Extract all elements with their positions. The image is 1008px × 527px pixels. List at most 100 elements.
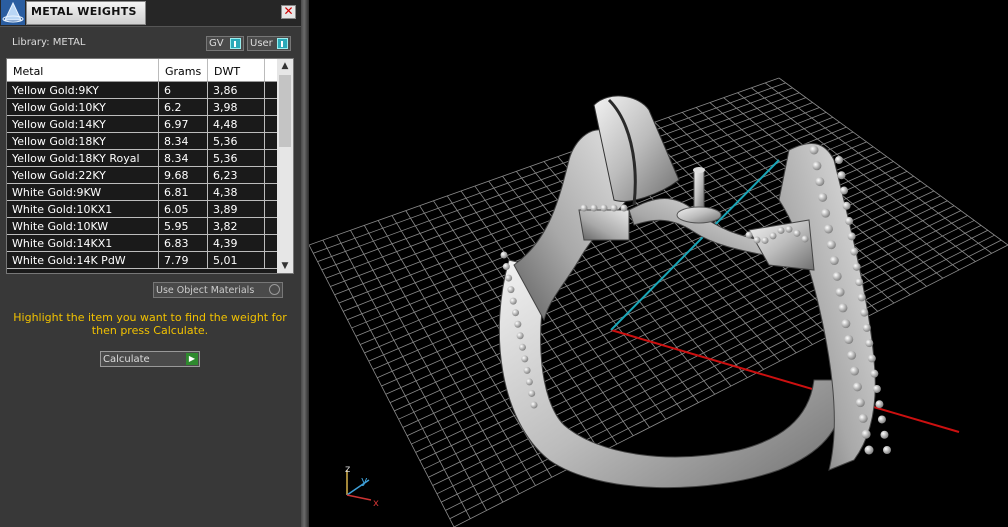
bead [865,339,874,348]
bead [528,389,536,397]
cell-grams: 9.68 [159,167,208,183]
panel-title: METAL WEIGHTS [31,5,137,18]
bead [512,309,520,317]
metal-table: Metal Grams DWT Yellow Gold:9KY 6 3,86 Yel… [6,58,294,274]
bead [864,445,874,455]
cell-blank [265,133,277,149]
table-row[interactable]: Yellow Gold:18KY 8.34 5,36 [7,133,277,150]
bead [818,192,828,202]
cell-grams: 6 [159,82,208,98]
cell-metal: Yellow Gold:18KY Royal [7,150,159,166]
bead [847,350,857,360]
cell-metal: White Gold:9KW [7,184,159,200]
close-button[interactable]: ✕ [281,5,296,19]
cell-metal: Yellow Gold:18KY [7,133,159,149]
cell-metal: Yellow Gold:9KY [7,82,159,98]
bead [523,366,531,374]
bead [500,251,508,259]
column-header-metal[interactable]: Metal [7,59,159,81]
table-row[interactable]: Yellow Gold:9KY 6 3,86 [7,82,277,99]
bead [858,413,868,423]
viewport-canvas[interactable]: z y x [309,0,1008,527]
table-scrollbar[interactable]: ▲ ▼ [277,59,293,273]
bead [855,278,864,287]
bead [847,232,856,241]
panel-splitter[interactable] [301,0,309,527]
app-logo-icon [1,0,25,25]
bead [870,369,879,378]
scroll-up-arrow-icon[interactable]: ▲ [277,59,293,73]
bead [835,156,843,164]
gv-toggle-checkbox[interactable] [230,38,241,49]
bead [850,366,860,376]
bead [610,204,618,212]
use-object-materials-label: Use Object Materials [156,285,255,296]
cell-grams: 8.34 [159,133,208,149]
bead [514,320,522,328]
bead [745,231,753,239]
column-header-grams[interactable]: Grams [159,59,208,81]
bead [521,355,529,363]
table-row[interactable]: White Gold:9KW 6.81 4,38 [7,184,277,201]
cell-dwt: 6,23 [208,167,265,183]
table-row[interactable]: White Gold:10KW 5.95 3,82 [7,218,277,235]
table-row[interactable]: White Gold:14K PdW 7.79 5,01 [7,252,277,269]
bead [530,401,538,409]
panel-title-tab[interactable]: METAL WEIGHTS [26,1,146,25]
bead [785,225,793,233]
library-label: Library: METAL [12,37,86,48]
cell-dwt: 3,82 [208,218,265,234]
bead [841,319,851,329]
cell-blank [265,99,277,115]
user-toggle[interactable]: User [247,36,291,51]
column-header-blank [265,59,277,81]
bead [516,332,524,340]
bead [815,177,825,187]
bead [769,232,777,240]
bead [812,161,822,171]
bead [753,236,761,244]
bead [857,293,866,302]
bead [852,382,862,392]
table-row[interactable]: Yellow Gold:10KY 6.2 3,98 [7,99,277,116]
bead [852,262,861,271]
cell-metal: White Gold:14KX1 [7,235,159,251]
bead [860,308,869,317]
bead [793,229,801,237]
scroll-down-arrow-icon[interactable]: ▼ [277,259,293,273]
bead [835,287,845,297]
cell-grams: 7.79 [159,252,208,268]
x-axis-line [610,329,960,433]
bead [844,334,854,344]
bead [883,446,891,454]
3d-viewport[interactable]: z y x [309,0,1008,527]
scroll-thumb[interactable] [279,75,291,147]
cell-grams: 6.97 [159,116,208,132]
bead [840,186,849,195]
bead [838,303,848,313]
table-row[interactable]: Yellow Gold:14KY 6.97 4,48 [7,116,277,133]
user-toggle-label: User [250,38,273,49]
table-row[interactable]: White Gold:10KX1 6.05 3,89 [7,201,277,218]
column-header-dwt[interactable]: DWT [208,59,265,81]
use-object-materials-checkbox[interactable] [269,284,280,295]
bead [505,274,513,282]
cell-grams: 6.83 [159,235,208,251]
calculate-button[interactable]: Calculate ▶ [100,351,200,367]
cell-metal: Yellow Gold:10KY [7,99,159,115]
bead [620,204,628,212]
bead [580,204,588,212]
cell-grams: 5.95 [159,218,208,234]
gv-toggle[interactable]: GV [206,36,244,51]
table-row[interactable]: Yellow Gold:22KY 9.68 6,23 [7,167,277,184]
use-object-materials-toggle[interactable]: Use Object Materials [153,282,283,298]
cell-blank [265,150,277,166]
cell-grams: 6.2 [159,99,208,115]
user-toggle-checkbox[interactable] [277,38,288,49]
table-row[interactable]: Yellow Gold:18KY Royal 8.34 5,36 [7,150,277,167]
bead [855,398,865,408]
bead [809,145,819,155]
bead [877,415,886,424]
gv-toggle-label: GV [209,38,224,49]
table-row[interactable]: White Gold:14KX1 6.83 4,39 [7,235,277,252]
